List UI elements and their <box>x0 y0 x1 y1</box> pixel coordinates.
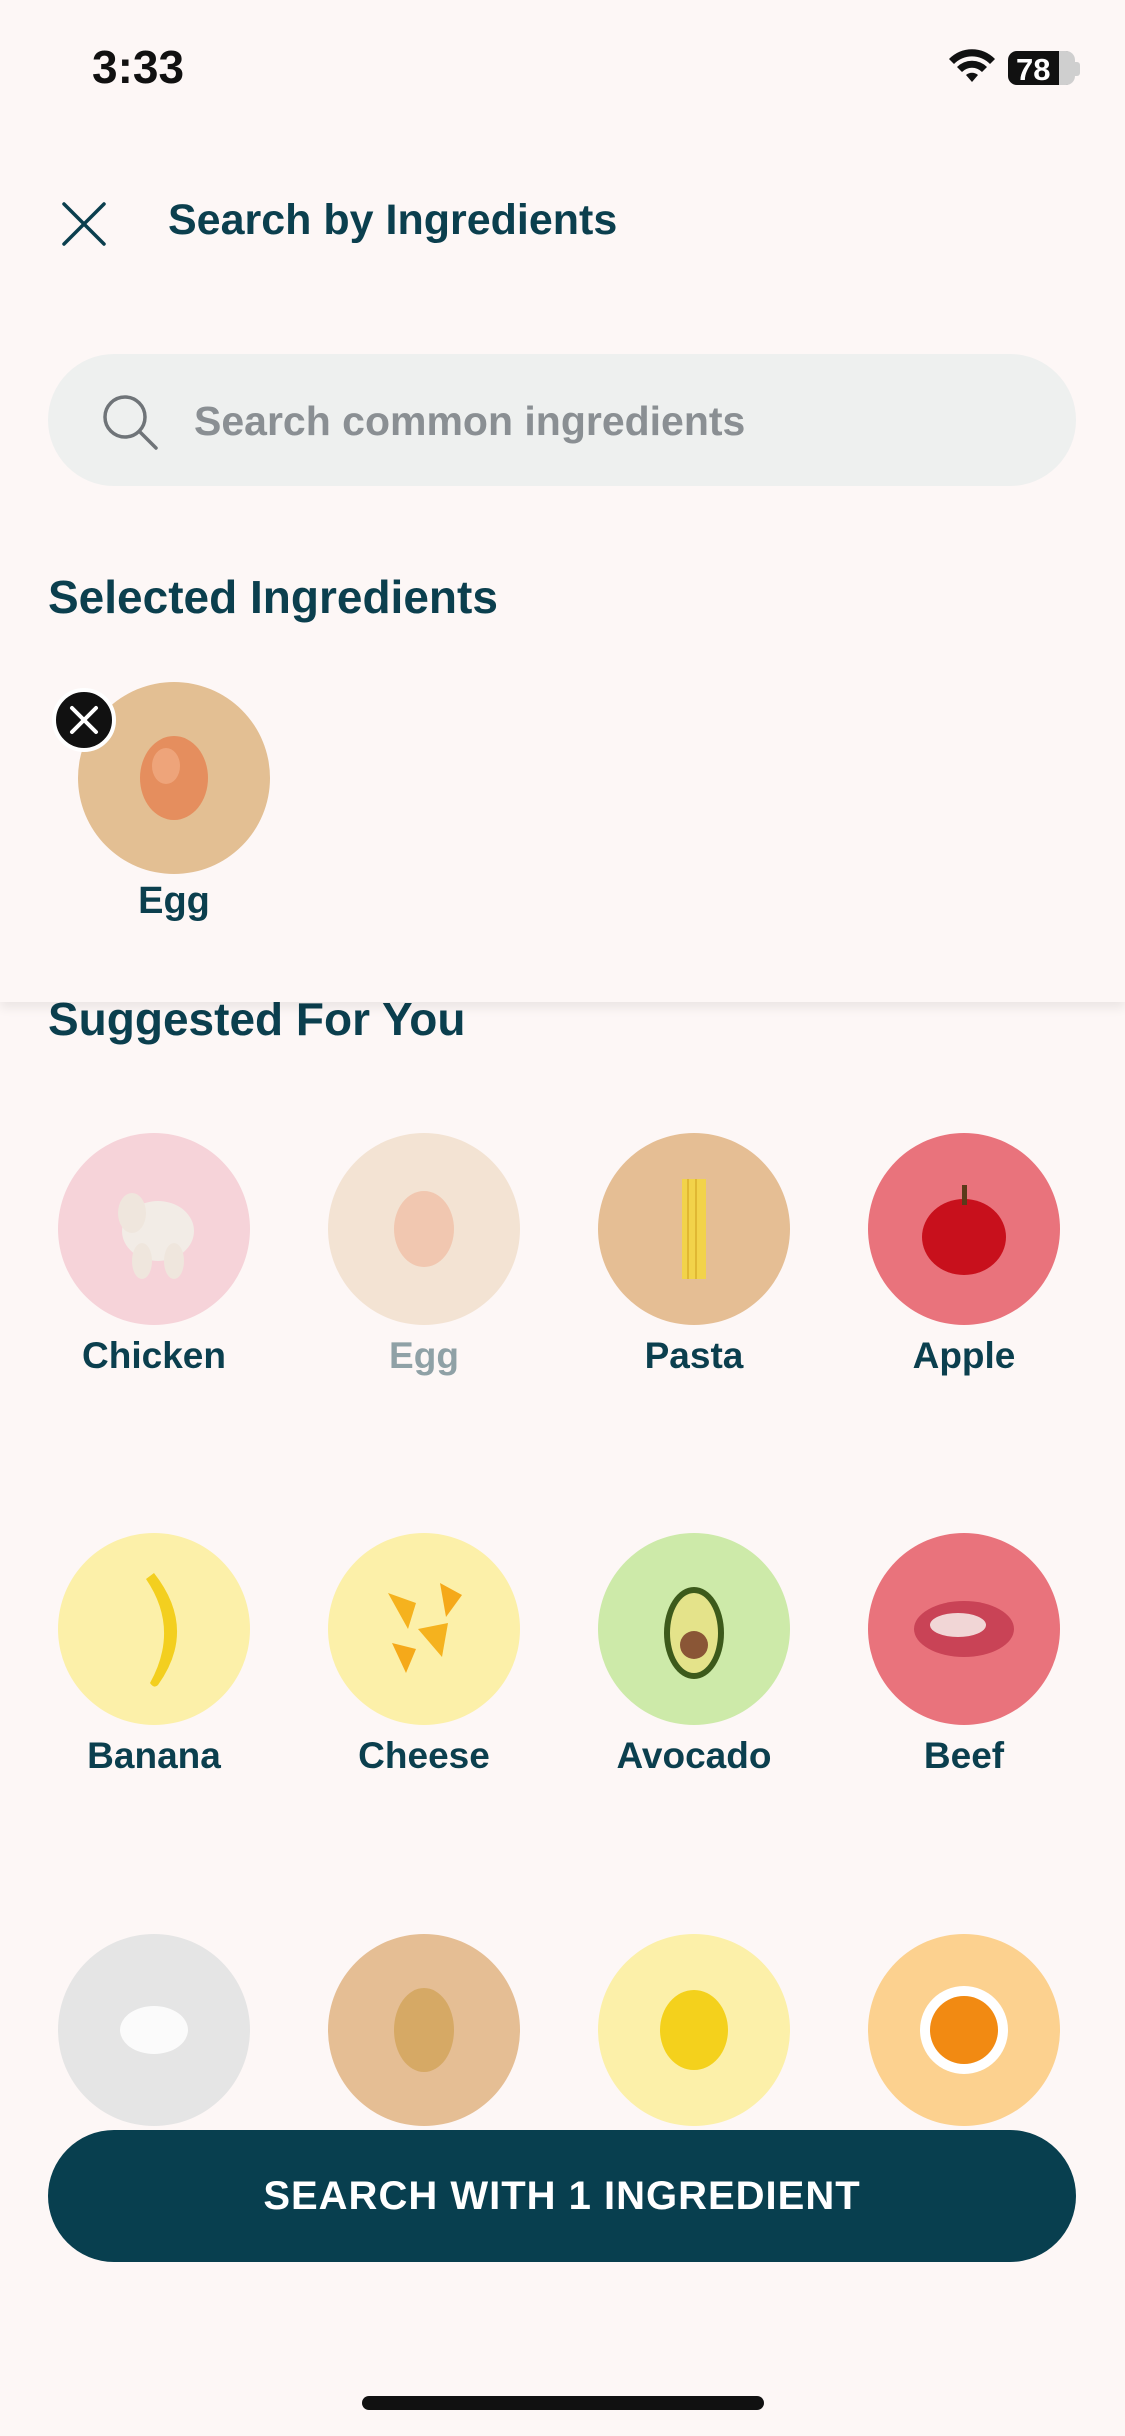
selected-item-label: Egg <box>138 880 210 922</box>
search-with-ingredients-button[interactable]: SEARCH WITH 1 INGREDIENT <box>48 2130 1076 2262</box>
suggested-item-label: Pasta <box>644 1335 744 1376</box>
suggested-item-label: Avocado <box>616 1735 772 1776</box>
status-time: 3:33 <box>92 41 185 93</box>
close-icon <box>70 706 98 734</box>
suggested-item-label: Egg <box>389 1335 459 1376</box>
remove-ingredient-button[interactable] <box>52 688 116 752</box>
home-indicator <box>362 2396 764 2410</box>
selected-title: Selected Ingredients <box>48 571 498 623</box>
suggested-item-label: Banana <box>87 1735 221 1776</box>
lemon-icon <box>598 1934 790 2126</box>
suggested-item-label: Beef <box>923 1735 1005 1776</box>
apple-icon <box>868 1133 1060 1325</box>
suggested-item-label: Chicken <box>82 1335 226 1376</box>
wifi-icon <box>949 49 995 82</box>
pasta-icon <box>598 1133 790 1325</box>
close-icon[interactable] <box>60 200 108 248</box>
page-title: Search by Ingredients <box>168 196 618 244</box>
suggested-item-label: Cheese <box>358 1735 490 1776</box>
battery-icon: 78 <box>1008 51 1075 87</box>
suggested-item-label: Apple <box>912 1335 1016 1376</box>
battery-tip <box>1075 62 1080 76</box>
avocado-icon <box>598 1533 790 1725</box>
banana-icon <box>58 1533 250 1725</box>
search-icon <box>103 395 158 450</box>
search-bar[interactable] <box>48 354 1076 486</box>
chicken-icon <box>58 1133 250 1325</box>
egg-yolk-icon <box>868 1934 1060 2126</box>
rice-icon <box>58 1934 250 2126</box>
cheese-icon <box>328 1533 520 1725</box>
selected-panel: 3:33 78 Search by Ingredients Selected I… <box>0 0 1125 1002</box>
beef-icon <box>868 1533 1060 1725</box>
egg-icon <box>328 1133 520 1325</box>
battery-level: 78 <box>1016 52 1051 87</box>
search-input[interactable] <box>192 384 1016 458</box>
potato-icon <box>328 1934 520 2126</box>
